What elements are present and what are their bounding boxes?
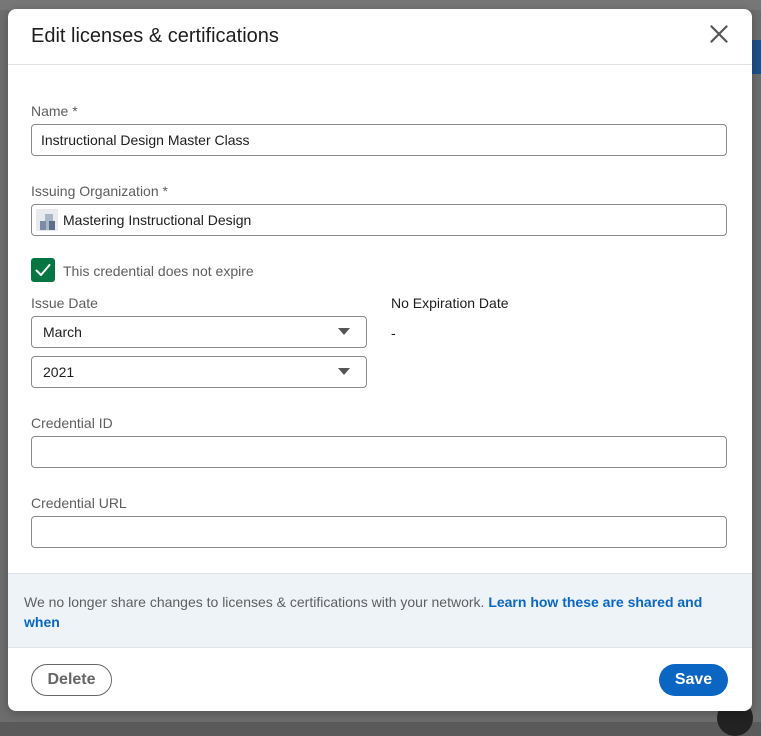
issuing-org-input[interactable]: Mastering Instructional Design xyxy=(31,204,727,236)
dialog-header: Edit licenses & certifications xyxy=(8,9,752,65)
expiration-label: No Expiration Date xyxy=(391,295,509,311)
no-expire-checkbox[interactable] xyxy=(31,258,55,282)
expiration-value: - xyxy=(391,325,396,341)
credential-id-label: Credential ID xyxy=(31,415,113,431)
issuing-org-label: Issuing Organization * xyxy=(31,183,168,199)
close-button[interactable] xyxy=(706,21,732,47)
caret-down-icon xyxy=(338,328,350,335)
info-text: We no longer share changes to licenses &… xyxy=(24,592,736,632)
issuing-org-value: Mastering Instructional Design xyxy=(63,212,252,228)
save-button[interactable]: Save xyxy=(659,664,728,696)
no-expire-label: This credential does not expire xyxy=(63,263,254,279)
issue-month-value: March xyxy=(43,324,82,340)
checkmark-icon xyxy=(35,264,51,276)
credential-id-input[interactable] xyxy=(31,436,727,468)
issue-year-select[interactable]: 2021 xyxy=(31,356,367,388)
name-label: Name * xyxy=(31,103,78,119)
info-banner: We no longer share changes to licenses &… xyxy=(8,573,752,648)
close-icon xyxy=(710,25,728,43)
issue-date-label: Issue Date xyxy=(31,295,98,311)
credential-url-input[interactable] xyxy=(31,516,727,548)
edit-license-dialog: Edit licenses & certifications Name * Is… xyxy=(8,9,752,711)
name-input[interactable] xyxy=(31,124,727,156)
issue-year-value: 2021 xyxy=(43,364,75,380)
info-message: We no longer share changes to licenses &… xyxy=(24,594,485,610)
delete-button[interactable]: Delete xyxy=(31,664,112,696)
credential-url-label: Credential URL xyxy=(31,495,127,511)
dialog-title: Edit licenses & certifications xyxy=(31,25,279,47)
issue-month-select[interactable]: March xyxy=(31,316,367,348)
caret-down-icon xyxy=(338,368,350,375)
organization-logo xyxy=(36,209,58,231)
